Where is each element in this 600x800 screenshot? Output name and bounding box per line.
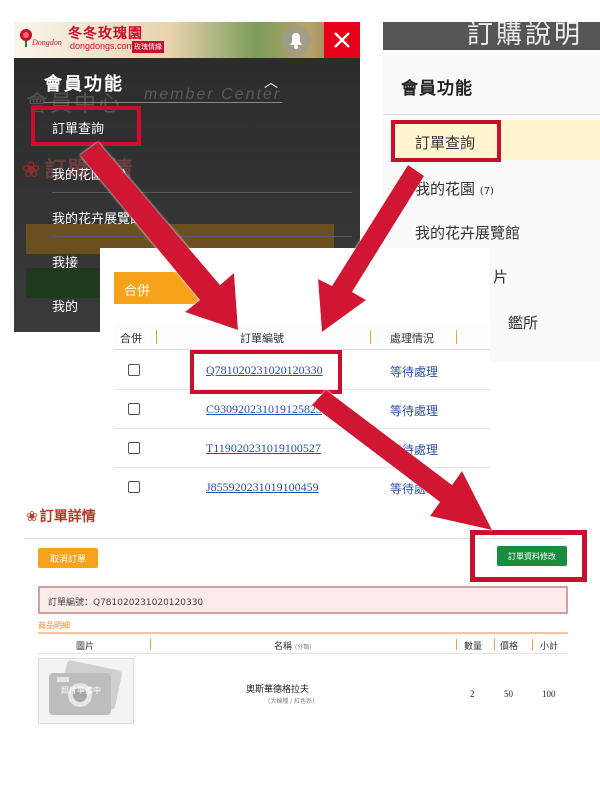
order-number-link[interactable]: C930920231019125823 <box>206 402 322 417</box>
order-table-header: 合併 訂單編號 處理情況 <box>114 324 490 350</box>
product-section-title: 商品明細 <box>38 621 70 630</box>
merge-checkbox[interactable] <box>128 364 140 376</box>
column-divider <box>456 639 457 650</box>
column-divider <box>150 639 151 650</box>
table-row: J855920231019100459 等待處理 <box>114 468 490 498</box>
column-merge: 合併 <box>120 332 142 345</box>
merge-button[interactable]: 合併 <box>114 272 210 304</box>
product-price: 50 <box>504 689 513 699</box>
column-status: 處理情況 <box>390 332 434 345</box>
product-image-placeholder: 照片準備中 <box>38 658 134 724</box>
logo-text: 冬冬玫瑰園 <box>68 26 143 42</box>
order-number-box: 訂單編號：Q781020231020120330 <box>38 586 568 614</box>
menu-item-my-garden[interactable]: 我的花園 (7) <box>52 164 127 183</box>
order-list-panel: 合併 合併 訂單編號 處理情況 Q781020231020120330 等待處理… <box>100 248 490 498</box>
column-qty: 數量 <box>464 642 483 652</box>
rose-icon: ❀ <box>26 509 38 525</box>
column-price: 價格 <box>500 642 519 652</box>
menu-divider <box>383 114 600 115</box>
image-placeholder-label: 照片準備中 <box>61 686 101 695</box>
column-subtotal: 小計 <box>540 642 559 652</box>
column-divider <box>532 639 533 650</box>
product-table-header: 圖片 名稱 (分類) 數量 價格 小計 <box>38 632 568 654</box>
cancel-order-button[interactable]: 取消訂單 <box>38 548 98 568</box>
menu-separator <box>52 192 352 193</box>
order-instructions-title: 訂購說明 <box>467 22 584 50</box>
order-number-label: 訂單編號：Q781020231020120330 <box>48 598 204 608</box>
column-divider <box>456 330 457 344</box>
column-order-number: 訂單編號 <box>240 332 284 345</box>
garden-count: (7) <box>479 186 494 197</box>
product-category: (大輪種 / 紅色系) <box>268 698 315 705</box>
column-divider <box>156 330 157 344</box>
highlight-box-order-number <box>190 350 342 394</box>
product-qty: 2 <box>470 689 475 699</box>
svg-text:Dongdong: Dongdong <box>31 38 62 47</box>
close-icon <box>334 32 350 48</box>
menu-item-flower-gallery[interactable]: 我的花卉展覽館 <box>52 208 143 227</box>
highlight-box-order-query <box>391 120 501 162</box>
order-status: 等待處理 <box>390 482 439 496</box>
order-status: 等待處理 <box>390 365 439 379</box>
highlight-box-order-query <box>31 106 141 146</box>
product-name: 奧斯華德格拉夫 <box>246 685 310 695</box>
order-status: 等待處理 <box>390 404 439 418</box>
rose-logo-icon: Dongdong <box>20 29 62 47</box>
order-detail-panel: ❀ 訂單詳情 取消訂單 訂單資料修改 訂單編號：Q7810202310201203… <box>24 500 600 740</box>
logo-badge: 玫瑰情緣 <box>132 41 164 53</box>
column-name: 名稱 (分類) <box>274 642 312 652</box>
highlight-box-edit-order <box>470 530 587 582</box>
mobile-header: Dongdong 冬冬玫瑰園 dongdongs.com 玫瑰情緣 <box>14 22 360 58</box>
chevron-up-icon[interactable]: ︿ <box>264 72 278 92</box>
logo-url: dongdongs.com <box>70 41 135 51</box>
order-number-link[interactable]: J855920231019100459 <box>206 480 319 495</box>
merge-checkbox[interactable] <box>128 442 140 454</box>
column-image: 圖片 <box>76 642 95 652</box>
order-status: 等待處理 <box>390 443 439 457</box>
menu-item-photos[interactable]: 片 <box>493 266 508 287</box>
column-name-note: (分類) <box>294 644 312 651</box>
table-row: T119020231019100527 等待處理 <box>114 429 490 468</box>
page-title: ❀ 訂單詳情 <box>26 509 96 525</box>
table-row: C930920231019125823 等待處理 <box>114 390 490 429</box>
menu-item-received[interactable]: 我接 <box>52 252 78 271</box>
menu-item-appraisal[interactable]: 鑑所 <box>508 312 538 333</box>
menu-title: 會員功能 <box>401 79 473 99</box>
product-subtotal: 100 <box>542 689 556 699</box>
bell-icon[interactable] <box>280 24 312 56</box>
column-divider <box>494 639 495 650</box>
rose-icon: ❀ <box>22 158 41 183</box>
merge-checkbox[interactable] <box>128 481 140 493</box>
menu-item-flower-gallery[interactable]: 我的花卉展覽館 <box>415 222 520 243</box>
menu-item-my-garden[interactable]: 我的花園 (7) <box>415 178 494 199</box>
order-number-link[interactable]: T119020231019100527 <box>206 441 321 456</box>
menu-divider <box>44 102 282 103</box>
column-divider <box>370 330 371 344</box>
menu-separator <box>52 236 352 237</box>
menu-item-my-other[interactable]: 我的 <box>52 296 78 315</box>
merge-checkbox[interactable] <box>128 403 140 415</box>
close-button[interactable] <box>324 22 360 58</box>
menu-title: 會員功能 <box>44 74 124 95</box>
